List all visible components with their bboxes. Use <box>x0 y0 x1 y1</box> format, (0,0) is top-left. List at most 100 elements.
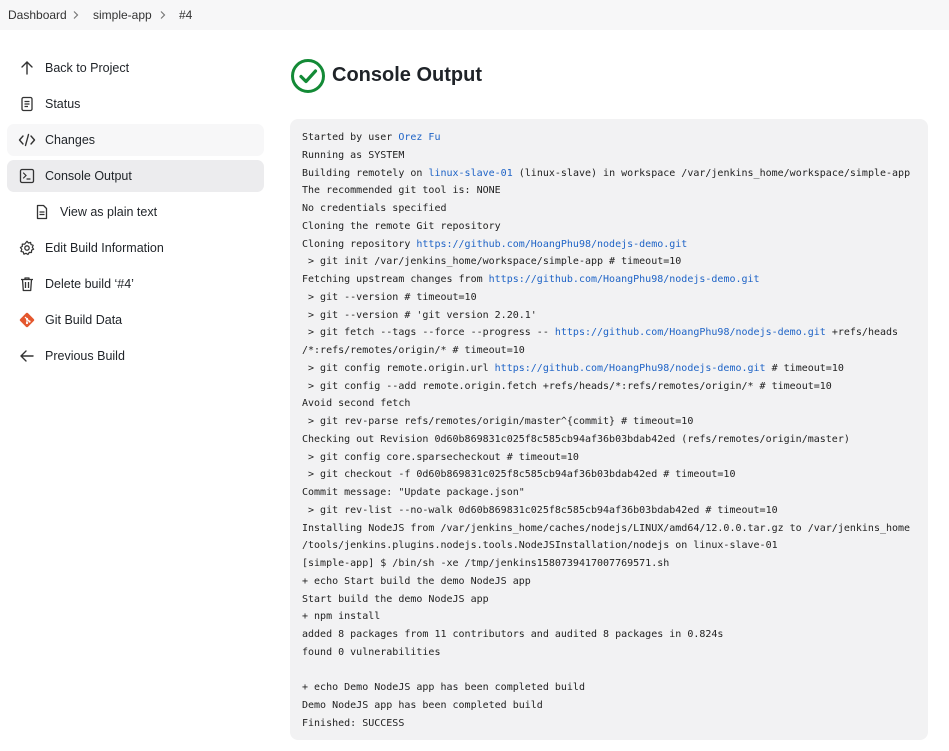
console-link[interactable]: linux-slave-01 <box>428 168 512 179</box>
console-text: Start build the demo NodeJS app <box>302 593 489 605</box>
console-line: > git rev-list --no-walk 0d60b869831c025… <box>302 502 910 520</box>
console-text: > git rev-list --no-walk 0d60b869831c025… <box>302 504 778 516</box>
console-link[interactable]: https://github.com/HoangPhu98/nodejs-dem… <box>416 239 687 250</box>
trash-icon <box>18 275 36 293</box>
console-line: + npm install <box>302 608 910 626</box>
console-line: Demo NodeJS app has been completed build <box>302 697 910 715</box>
sidebar-item-label: Git Build Data <box>45 313 123 327</box>
console-text: Cloning the remote Git repository <box>302 220 501 232</box>
console-text: (linux-slave) in workspace /var/jenkins_… <box>512 167 911 179</box>
console-text: [simple-app] $ /bin/sh -xe /tmp/jenkins1… <box>302 558 670 569</box>
sidebar-item-label: View as plain text <box>60 205 158 219</box>
console-text: > git fetch --tags --force --progress -- <box>302 327 555 339</box>
console-text: > git checkout -f 0d60b869831c025f8c585c… <box>302 469 736 481</box>
terminal-icon <box>18 167 36 185</box>
console-link[interactable]: https://github.com/HoangPhu98/nodejs-dem… <box>495 363 766 374</box>
success-check-icon <box>290 58 326 94</box>
console-line: Installing NodeJS from /var/jenkins_home… <box>302 520 910 538</box>
console-line: > git --version # 'git version 2.20.1' <box>302 307 910 325</box>
console-text: Building remotely on <box>302 167 429 179</box>
console-text: No credentials specified <box>302 203 447 214</box>
console-text: > git config --add remote.origin.fetch +… <box>302 380 832 392</box>
console-line: Fetching upstream changes from https://g… <box>302 271 910 289</box>
console-text: + echo Demo NodeJS app has been complete… <box>302 682 585 694</box>
sidebar-item-label: Console Output <box>45 169 132 183</box>
breadcrumb: Dashboard simple-app #4 <box>0 0 949 30</box>
console-line: > git checkout -f 0d60b869831c025f8c585c… <box>302 466 910 484</box>
console-text: added 8 packages from 11 contributors an… <box>302 629 724 640</box>
console-line: Building remotely on linux-slave-01 (lin… <box>302 165 910 183</box>
console-text: + echo Start build the demo NodeJS app <box>302 575 531 587</box>
breadcrumb-build-4[interactable]: #4 <box>179 8 192 22</box>
sidebar-item-previous-build[interactable]: Previous Build <box>7 340 264 372</box>
console-text: Commit message: "Update package.json" <box>302 487 525 498</box>
console-link[interactable]: https://github.com/HoangPhu98/nodejs-dem… <box>489 274 760 285</box>
console-link[interactable]: Orez Fu <box>398 132 440 143</box>
sidebar-item-label: Back to Project <box>45 61 130 75</box>
console-line: /*:refs/remotes/origin/* # timeout=10 <box>302 342 910 360</box>
console-text: > git rev-parse refs/remotes/origin/mast… <box>302 416 694 427</box>
console-text: > git --version # 'git version 2.20.1' <box>302 309 537 321</box>
console-line: Start build the demo NodeJS app <box>302 591 910 609</box>
console-line: Avoid second fetch <box>302 395 910 413</box>
console-text: Cloning repository <box>302 238 417 250</box>
console-link[interactable]: https://github.com/HoangPhu98/nodejs-dem… <box>555 327 826 338</box>
arrow-up-icon <box>18 59 36 77</box>
console-text: Demo NodeJS app has been completed build <box>302 700 543 711</box>
console-text: +refs/heads <box>825 327 899 339</box>
console-line: > git --version # timeout=10 <box>302 289 910 307</box>
console-line: > git config --add remote.origin.fetch +… <box>302 378 910 396</box>
document-icon <box>18 95 36 113</box>
console-text: Installing NodeJS from /var/jenkins_home… <box>302 522 911 534</box>
console-line: + echo Start build the demo NodeJS app <box>302 573 910 591</box>
git-icon <box>18 311 36 329</box>
console-line: Cloning the remote Git repository <box>302 218 910 236</box>
console-line: found 0 vulnerabilities <box>302 644 910 662</box>
sidebar-item-view-as-plain-text[interactable]: View as plain text <box>7 196 264 228</box>
document-icon <box>33 203 51 221</box>
chevron-right-icon[interactable] <box>158 10 168 20</box>
breadcrumb-dashboard[interactable]: Dashboard <box>8 8 67 22</box>
console-text: # timeout=10 <box>765 362 844 374</box>
console-text: The recommended git tool is: NONE <box>302 185 501 197</box>
console-line: The recommended git tool is: NONE <box>302 182 910 200</box>
console-line: > git init /var/jenkins_home/workspace/s… <box>302 253 910 271</box>
console-text: Running as SYSTEM <box>302 149 405 161</box>
chevron-right-icon[interactable] <box>71 10 81 20</box>
sidebar-item-label: Delete build ‘#4’ <box>45 277 134 291</box>
console-text: > git config remote.origin.url <box>302 362 495 374</box>
arrow-left-icon <box>18 347 36 365</box>
console-text: Finished: SUCCESS <box>302 717 405 729</box>
console-line: No credentials specified <box>302 200 910 218</box>
sidebar-item-console-output[interactable]: Console Output <box>7 160 264 192</box>
sidebar-item-label: Previous Build <box>45 349 125 363</box>
sidebar-item-back-to-project[interactable]: Back to Project <box>7 52 264 84</box>
console-line: > git config core.sparsecheckout # timeo… <box>302 449 910 467</box>
console-text: > git config core.sparsecheckout # timeo… <box>302 451 579 463</box>
sidebar-item-git-build-data[interactable]: Git Build Data <box>7 304 264 336</box>
console-line: [simple-app] $ /bin/sh -xe /tmp/jenkins1… <box>302 555 910 573</box>
console-text: /*:refs/remotes/origin/* # timeout=10 <box>302 345 525 356</box>
console-text: > git init /var/jenkins_home/workspace/s… <box>302 256 682 268</box>
sidebar-item-changes[interactable]: Changes <box>7 124 264 156</box>
console-text: found 0 vulnerabilities <box>302 646 441 658</box>
console-line: /tools/jenkins.plugins.nodejs.tools.Node… <box>302 537 910 555</box>
console-text: Avoid second fetch <box>302 398 411 410</box>
console-line: > git config remote.origin.url https://g… <box>302 360 910 378</box>
breadcrumb-simple-app[interactable]: simple-app <box>93 8 152 22</box>
console-line: Started by user Orez Fu <box>302 129 910 147</box>
sidebar-item-edit-build-information[interactable]: Edit Build Information <box>7 232 264 264</box>
console-log: Started by user Orez Fu Running as SYSTEM… <box>302 129 910 733</box>
console-text: Checking out Revision 0d60b869831c025f8c… <box>302 433 850 445</box>
console-text: > git --version # timeout=10 <box>302 291 477 303</box>
page-title: Console Output <box>332 64 482 86</box>
sidebar-item-delete-build[interactable]: Delete build ‘#4’ <box>7 268 264 300</box>
sidebar-item-status[interactable]: Status <box>7 88 264 120</box>
console-line: Checking out Revision 0d60b869831c025f8c… <box>302 431 910 449</box>
sidebar-item-label: Edit Build Information <box>45 241 164 255</box>
console-line: + echo Demo NodeJS app has been complete… <box>302 679 910 697</box>
code-icon <box>18 131 36 149</box>
console-line: Cloning repository https://github.com/Ho… <box>302 236 910 254</box>
console-text: /tools/jenkins.plugins.nodejs.tools.Node… <box>302 540 778 552</box>
console-text: Fetching upstream changes from <box>302 274 489 285</box>
